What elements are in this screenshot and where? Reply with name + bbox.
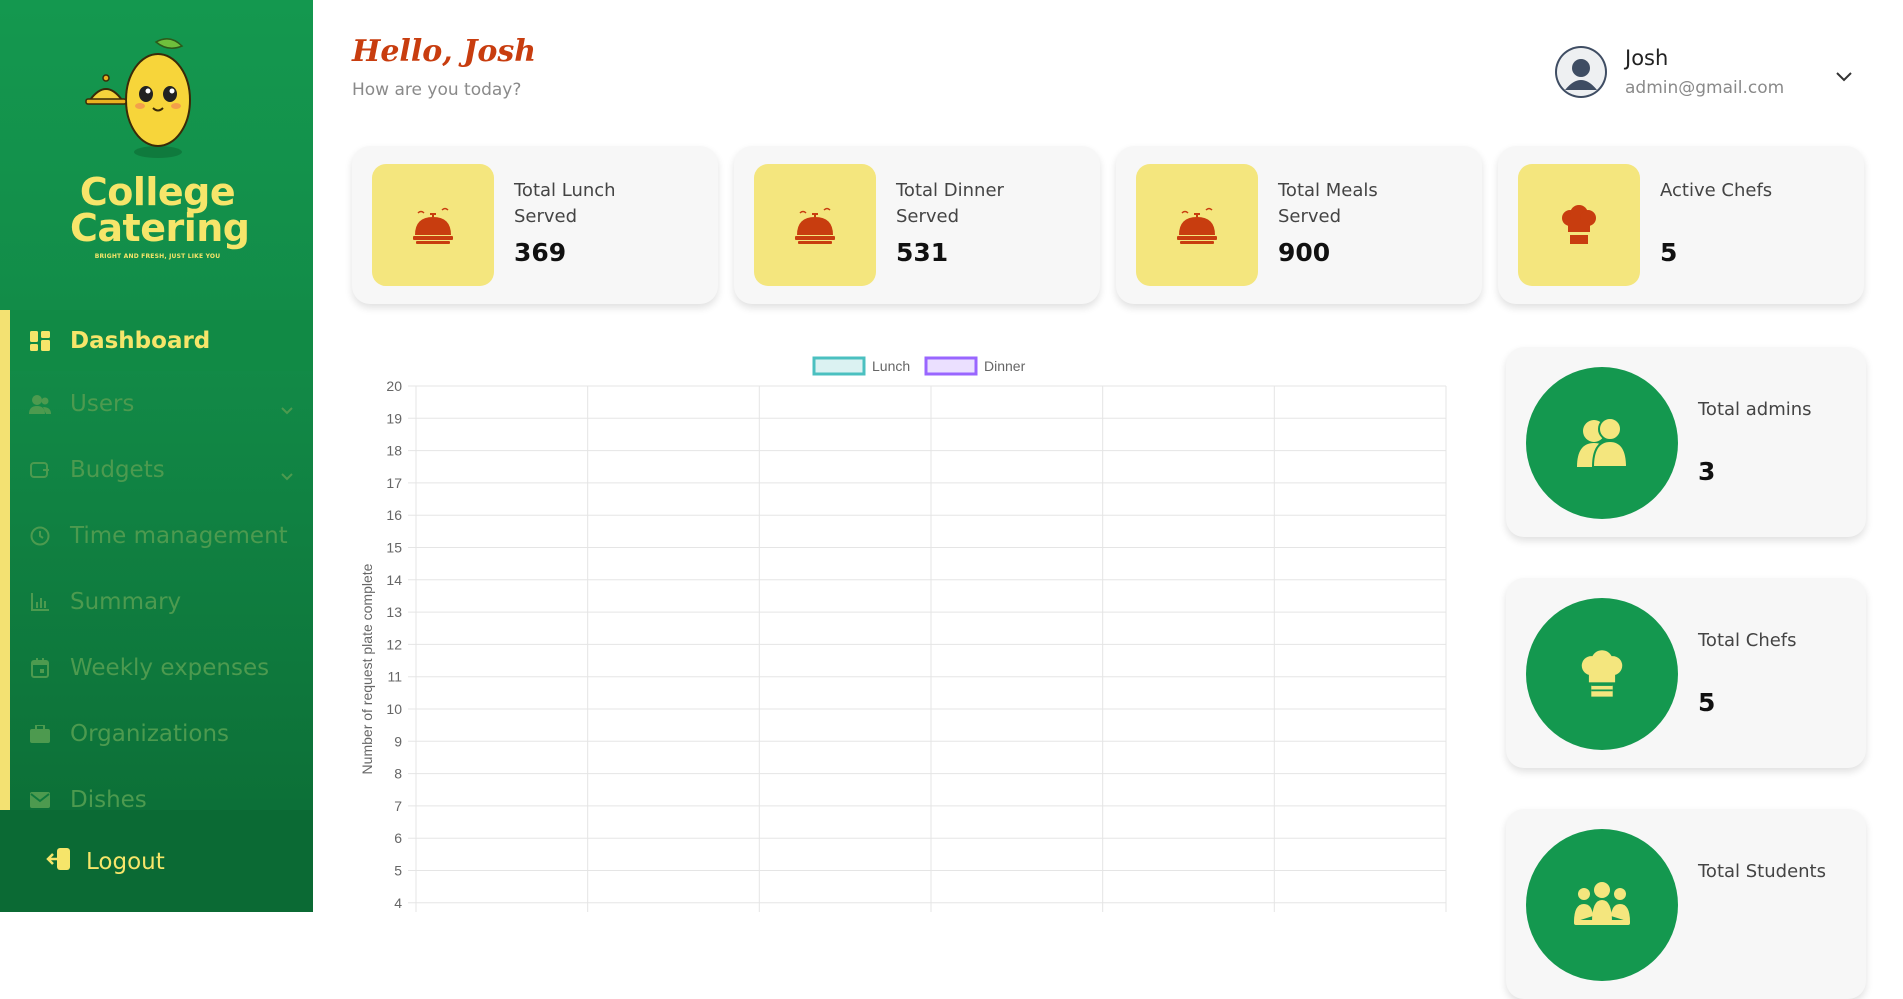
sidebar-item-label: Time management <box>70 523 288 549</box>
y-tick-label: 14 <box>386 572 402 588</box>
user-email: admin@gmail.com <box>1625 78 1785 98</box>
chef-hat-icon <box>1526 598 1678 750</box>
stat-label: Total Dinner Served <box>896 180 1004 227</box>
sidebar-item-organizations[interactable]: Organizations <box>10 701 313 767</box>
nav-rail <box>0 310 10 810</box>
stat-value: 900 <box>1278 238 1331 267</box>
sidebar-item-label: Budgets <box>70 457 165 483</box>
sidebar-item-time-management[interactable]: Time management <box>10 503 313 569</box>
stat-value: 5 <box>1660 238 1678 267</box>
side-card-value: 5 <box>1698 688 1716 717</box>
side-card-label: Total Chefs <box>1698 630 1797 651</box>
logout-label: Logout <box>86 849 165 875</box>
sidebar-item-budgets[interactable]: Budgets <box>10 437 313 503</box>
stat-label: Active Chefs <box>1660 180 1773 201</box>
envelope-icon <box>28 788 52 812</box>
y-tick-label: 6 <box>394 830 402 846</box>
y-tick-label: 7 <box>394 798 402 814</box>
sidebar-item-weekly-expenses[interactable]: Weekly expenses <box>10 635 313 701</box>
chart-canvas: Lunch Dinner 20 19 18 17 16 15 14 13 12 11 10 9 8 7 6 5 4 N… <box>359 356 1447 912</box>
sidebar-item-dashboard[interactable]: Dashboard <box>10 310 313 371</box>
y-tick-label: 4 <box>394 895 402 911</box>
students-icon <box>1526 829 1678 981</box>
y-tick-label: 12 <box>386 636 402 652</box>
side-card-total-admins: Total admins 3 <box>1506 347 1866 537</box>
y-tick-label: 9 <box>394 733 402 749</box>
stat-card-total-dinner: Total Dinner Served 531 <box>734 146 1100 304</box>
y-tick-label: 11 <box>387 669 402 685</box>
stat-card-active-chefs: Active Chefs 5 <box>1498 146 1864 304</box>
brand-tagline: BRIGHT AND FRESH, JUST LIKE YOU <box>94 253 221 260</box>
stat-card-total-meals: Total Meals Served 900 <box>1116 146 1482 304</box>
logout-icon <box>46 846 72 878</box>
sidebar: College Catering BRIGHT AND FRESH, JUST … <box>0 0 313 912</box>
stat-value: 369 <box>514 238 567 267</box>
chevron-down-icon[interactable] <box>281 395 293 421</box>
sidebar-item-label: Weekly expenses <box>70 655 270 681</box>
y-tick-label: 10 <box>386 701 402 717</box>
side-card-total-students: Total Students <box>1506 809 1866 999</box>
chef-hat-icon <box>1518 164 1640 286</box>
y-tick-label: 8 <box>394 766 402 782</box>
bar-chart-icon <box>28 590 52 614</box>
clock-icon <box>28 524 52 548</box>
logout-button[interactable]: Logout <box>46 846 165 878</box>
y-tick-label: 19 <box>386 410 402 426</box>
legend-swatch <box>924 356 978 376</box>
user-menu[interactable]: Josh admin@gmail.com <box>1555 44 1865 104</box>
side-card-value: 3 <box>1698 457 1716 486</box>
brand-name: College Catering <box>70 170 250 250</box>
cloche-icon <box>754 164 876 286</box>
side-card-label: Total admins <box>1698 399 1812 420</box>
chevron-down-icon[interactable] <box>1835 70 1853 88</box>
logout-area: Logout <box>0 810 313 912</box>
y-tick-label: 20 <box>386 378 402 394</box>
brand-name-line2: Catering <box>70 206 250 250</box>
legend-label: Lunch <box>872 358 910 374</box>
brand-name-line1: College <box>79 170 236 214</box>
stat-card-total-lunch: Total Lunch Served 369 <box>352 146 718 304</box>
briefcase-icon <box>28 722 52 746</box>
y-axis-label: Number of request plate complete <box>359 563 375 774</box>
y-tick-label: 5 <box>394 863 402 879</box>
legend-label: Dinner <box>984 358 1026 374</box>
meals-chart: Lunch Dinner 20 19 18 17 16 15 14 13 12 11 10 9 8 7 6 5 4 N… <box>350 350 1450 912</box>
y-tick-label: 17 <box>386 475 402 491</box>
wallet-icon <box>28 458 52 482</box>
sidebar-nav: Dashboard Users Budgets Time management … <box>10 310 313 833</box>
chevron-down-icon[interactable] <box>281 461 293 487</box>
sidebar-item-label: Dashboard <box>70 327 211 354</box>
side-card-total-chefs: Total Chefs 5 <box>1506 578 1866 768</box>
legend-swatch <box>812 356 866 376</box>
y-tick-label: 13 <box>386 604 402 620</box>
y-tick-label: 15 <box>386 540 402 556</box>
calendar-icon <box>28 656 52 680</box>
y-tick-label: 18 <box>386 443 402 459</box>
stat-value: 531 <box>896 238 949 267</box>
sidebar-item-label: Organizations <box>70 721 230 747</box>
stat-label: Total Lunch Served <box>514 180 616 227</box>
page-greeting: Hello, Josh <box>352 34 537 69</box>
cloche-icon <box>1136 164 1258 286</box>
sidebar-item-users[interactable]: Users <box>10 371 313 437</box>
sidebar-item-summary[interactable]: Summary <box>10 569 313 635</box>
stat-label: Total Meals Served <box>1278 180 1378 227</box>
cloche-icon <box>372 164 494 286</box>
sidebar-item-label: Users <box>70 391 135 417</box>
users-icon <box>28 392 52 416</box>
admins-icon <box>1526 367 1678 519</box>
user-name: Josh <box>1625 46 1669 70</box>
side-card-label: Total Students <box>1698 861 1826 882</box>
y-tick-label: 16 <box>386 507 402 523</box>
sidebar-item-label: Summary <box>70 589 182 615</box>
page-subtitle: How are you today? <box>352 80 522 100</box>
avatar[interactable] <box>1555 46 1607 98</box>
dashboard-icon <box>28 329 52 353</box>
